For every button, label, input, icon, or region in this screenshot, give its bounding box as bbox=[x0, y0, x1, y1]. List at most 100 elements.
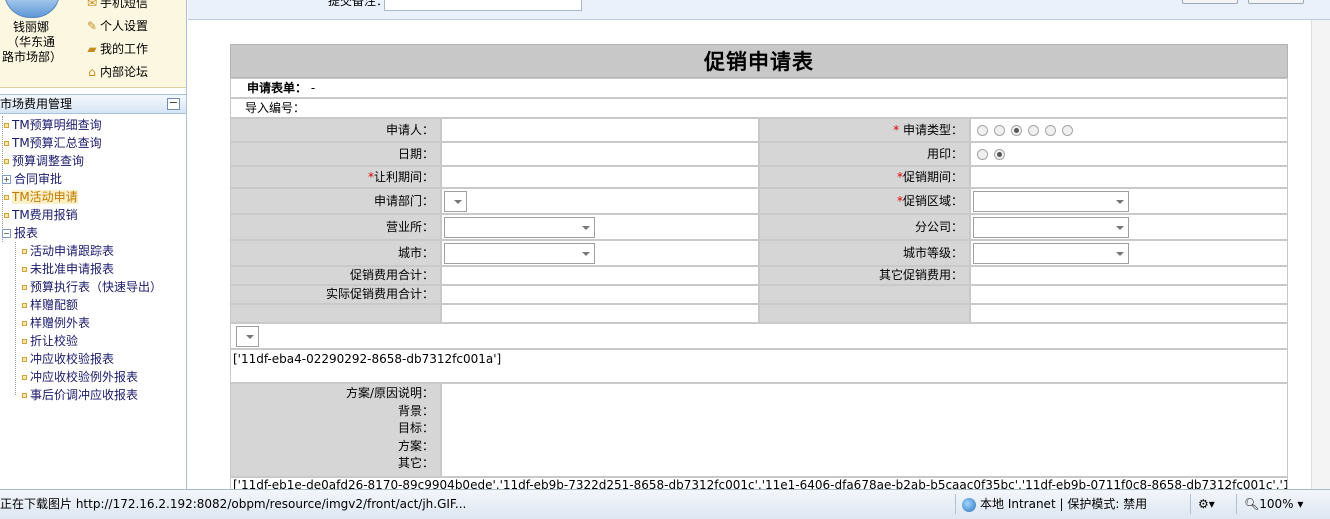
sidebar-item-tm-budget-detail[interactable]: TM预算明细查询 bbox=[4, 116, 102, 134]
leaf-icon bbox=[22, 339, 27, 344]
expand-icon[interactable]: + bbox=[2, 175, 11, 184]
quick-link-my-work[interactable]: ▰ 我的工作 bbox=[84, 38, 148, 61]
vertical-scrollbar[interactable] bbox=[1311, 20, 1330, 489]
actual-cost-row: 实际促销费用合计： bbox=[230, 285, 1288, 304]
date-value bbox=[441, 142, 759, 166]
apply-type-radio-selected[interactable] bbox=[1011, 125, 1022, 136]
import-no-row: 导入编号： bbox=[230, 98, 1288, 118]
report-item-post-price-adjust[interactable]: 事后价调冲应收报表 bbox=[22, 386, 138, 404]
status-separator bbox=[1190, 494, 1191, 514]
blank-row bbox=[230, 304, 1288, 323]
promo-region-select[interactable] bbox=[973, 191, 1129, 212]
status-bar: 正在下载图片 http://172.16.2.192:8082/obpm/res… bbox=[0, 489, 1330, 519]
office-select[interactable] bbox=[444, 217, 595, 238]
chevron-down-icon bbox=[582, 252, 590, 256]
report-item-sample-exception[interactable]: 样赠例外表 bbox=[22, 314, 90, 332]
dept-row: 申请部门： *促销区域： bbox=[230, 188, 1288, 214]
leaf-icon bbox=[22, 321, 27, 326]
report-item-unapproved[interactable]: 未批准申请报表 bbox=[22, 260, 114, 278]
city-select[interactable] bbox=[444, 243, 595, 264]
dept-select[interactable] bbox=[444, 191, 467, 212]
sidebar-item-tm-expense[interactable]: TM费用报销 bbox=[4, 206, 78, 224]
section-header[interactable]: 市场费用管理 − bbox=[0, 94, 186, 114]
report-item-sample-quota[interactable]: 样赠配额 bbox=[22, 296, 78, 314]
section-title: 市场费用管理 bbox=[0, 97, 73, 111]
apply-type-radio[interactable] bbox=[977, 125, 988, 136]
date-row: 日期： 用印： bbox=[230, 142, 1288, 166]
seal-radio-selected[interactable] bbox=[994, 149, 1005, 160]
city-level-label: 城市等级： bbox=[759, 240, 970, 266]
leaf-icon bbox=[4, 195, 9, 200]
applicant-value bbox=[441, 118, 759, 142]
promo-period-label: 促销期间： bbox=[902, 170, 963, 184]
quick-link-forum[interactable]: ⌂ 内部论坛 bbox=[84, 61, 148, 84]
seal-radio[interactable] bbox=[977, 149, 988, 160]
folder-icon: ▰ bbox=[87, 42, 97, 56]
promo-cost-total-label: 促销费用合计： bbox=[230, 266, 441, 285]
office-label: 营业所： bbox=[230, 214, 441, 240]
user-avatar[interactable] bbox=[4, 0, 60, 18]
id-row: ['11df-eba4-02290292-8658-db7312fc001a'] bbox=[230, 349, 1288, 383]
city-row: 城市： 城市等级： bbox=[230, 240, 1288, 266]
status-separator bbox=[1236, 494, 1237, 514]
dept-label: 申请部门： bbox=[230, 188, 441, 214]
report-item-receivable-check[interactable]: 冲应收校验报表 bbox=[22, 350, 114, 368]
sidebar-item-budget-adjust[interactable]: 预算调整查询 bbox=[4, 152, 84, 170]
bottom-ids-row: ['11df-eb1e-de0afd26-8170-89c9904b0ede',… bbox=[230, 477, 1288, 489]
apply-type-radio[interactable] bbox=[994, 125, 1005, 136]
goal-label: 目标： bbox=[397, 421, 434, 435]
quick-link-settings[interactable]: ✎ 个人设置 bbox=[84, 15, 148, 38]
toolbar-button[interactable] bbox=[1248, 0, 1304, 4]
extra-select[interactable] bbox=[236, 326, 259, 347]
chevron-down-icon bbox=[246, 335, 254, 339]
protected-mode-icon[interactable]: ⚙▾ bbox=[1198, 490, 1215, 518]
form-no-row: 申请表单： - bbox=[230, 78, 1288, 98]
applicant-label: 申请人： bbox=[230, 118, 441, 142]
collapse-icon[interactable]: − bbox=[167, 97, 180, 110]
apply-type-radio[interactable] bbox=[1062, 125, 1073, 136]
toolbar-button[interactable] bbox=[1182, 0, 1238, 4]
quick-link-sms[interactable]: ✉ 手机短信 bbox=[84, 0, 148, 15]
user-name: 钱丽娜（华东通路市场部） bbox=[2, 20, 63, 64]
edit-icon: ✎ bbox=[86, 19, 98, 33]
plan-label: 方案： bbox=[397, 438, 434, 453]
status-text: 正在下载图片 http://172.16.2.192:8082/obpm/res… bbox=[0, 497, 467, 511]
quick-links: ✉ 手机短信 ✎ 个人设置 ▰ 我的工作 ⌂ 内部论坛 bbox=[84, 0, 148, 84]
form-no-value: - bbox=[310, 81, 316, 95]
apply-type-radio[interactable] bbox=[1045, 125, 1056, 136]
remark-input[interactable] bbox=[384, 0, 582, 11]
plan-reason-textarea[interactable] bbox=[441, 383, 1288, 477]
sidebar-item-tm-activity-apply[interactable]: TM活动申请 bbox=[4, 188, 78, 206]
sidebar-item-reports[interactable]: − 报表 bbox=[2, 224, 38, 242]
sidebar-item-tm-budget-summary[interactable]: TM预算汇总查询 bbox=[4, 134, 102, 152]
collapse-node-icon[interactable]: − bbox=[2, 229, 11, 238]
zoom-control[interactable]: 🔍︎100% ▾ bbox=[1244, 490, 1303, 518]
leaf-icon bbox=[22, 285, 27, 290]
promo-cost-total-value bbox=[441, 266, 759, 285]
promo-period-value[interactable] bbox=[970, 166, 1288, 188]
remark-label: 提交备注： bbox=[328, 0, 389, 8]
chevron-down-icon bbox=[1116, 226, 1124, 230]
apply-type-radio[interactable] bbox=[1028, 125, 1039, 136]
extra-select-row bbox=[230, 323, 1288, 349]
branch-select[interactable] bbox=[973, 217, 1129, 238]
report-item-discount-check[interactable]: 折让校验 bbox=[22, 332, 78, 350]
discount-period-value[interactable] bbox=[441, 166, 759, 188]
city-level-select[interactable] bbox=[973, 243, 1129, 264]
other-label: 其它： bbox=[397, 456, 434, 470]
leaf-icon bbox=[22, 375, 27, 380]
leaf-icon bbox=[22, 357, 27, 362]
leaf-icon bbox=[22, 267, 27, 272]
report-item-activity-tracking[interactable]: 活动申请跟踪表 bbox=[22, 242, 114, 260]
leaf-icon bbox=[22, 249, 27, 254]
sidebar-item-contract-approval[interactable]: + 合同审批 bbox=[2, 170, 62, 188]
report-item-budget-execution[interactable]: 预算执行表（快速导出） bbox=[22, 278, 162, 296]
sms-icon: ✉ bbox=[86, 0, 98, 10]
report-item-receivable-exception[interactable]: 冲应收校验例外报表 bbox=[22, 368, 138, 386]
tree-line bbox=[15, 242, 16, 395]
top-toolbar: 提交备注： bbox=[188, 0, 1330, 20]
office-row: 营业所： 分公司： bbox=[230, 214, 1288, 240]
security-zone[interactable]: 本地 Intranet | 保护模式: 禁用 bbox=[962, 490, 1147, 518]
status-separator bbox=[955, 494, 956, 514]
date-label: 日期： bbox=[230, 142, 441, 166]
